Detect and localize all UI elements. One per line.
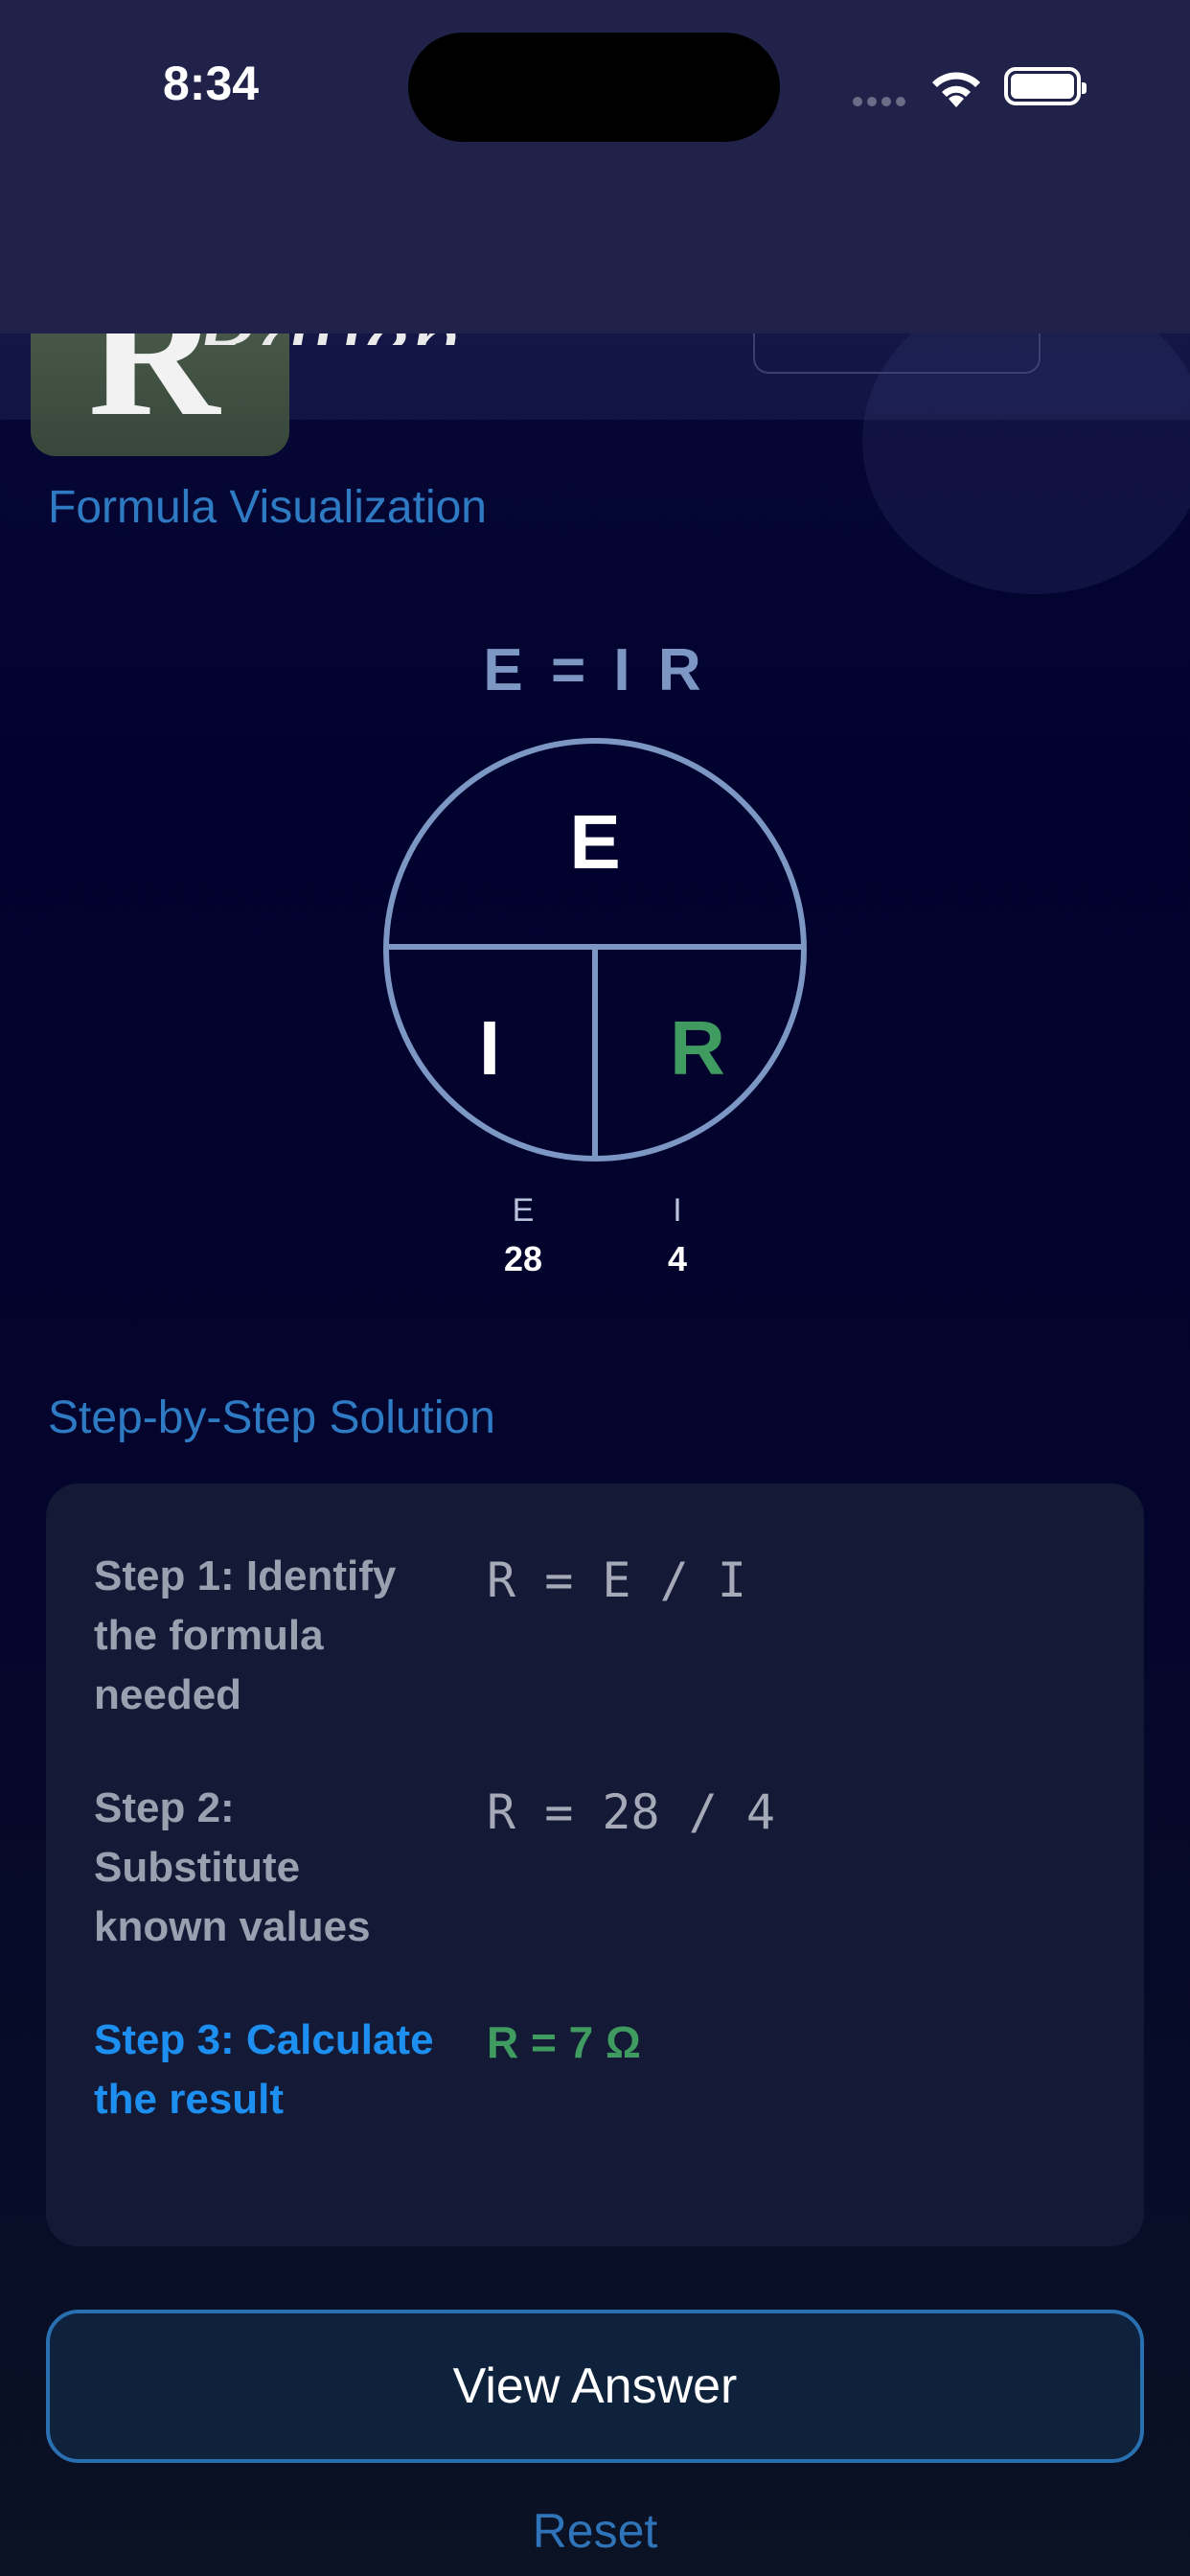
circle-letter-e: E — [569, 799, 620, 885]
formula-text: E = I R — [483, 637, 707, 703]
value-i-label: I — [673, 1192, 682, 1229]
value-e-number: 28 — [503, 1239, 543, 1278]
dynamic-island — [408, 33, 780, 142]
steps-card: Step 1: Identify the formula needed R = … — [46, 1484, 1144, 2246]
value-i-number: 4 — [667, 1239, 688, 1278]
status-time: 8:34 — [163, 57, 260, 110]
step-2-title: Step 2: Substitute known values — [94, 1784, 371, 1950]
cellular-signal-icon — [853, 94, 910, 111]
wifi-icon — [927, 67, 985, 114]
step-3-title: Step 3: Calculate the result — [94, 2016, 434, 2123]
step-1-title: Step 1: Identify the formula needed — [94, 1552, 397, 1718]
value-i: I 4 — [620, 1192, 735, 1279]
battery-icon — [1004, 67, 1087, 105]
ohms-law-circle: E I R — [383, 738, 807, 1162]
status-bar: 8:34 — [0, 0, 1190, 334]
circle-letter-i: I — [479, 1005, 500, 1091]
step-2-formula: R = 28 / 4 — [487, 1784, 776, 1840]
step-1-formula: R = E / I — [487, 1552, 746, 1608]
value-e-label: E — [512, 1192, 535, 1229]
reset-button[interactable]: Reset — [0, 2503, 1190, 2559]
view-answer-button[interactable]: View Answer — [46, 2310, 1144, 2463]
formula-visualization-title: Formula Visualization — [48, 482, 487, 533]
step-3-result: R = 7 Ω — [487, 2017, 641, 2067]
circle-letter-r: R — [670, 1005, 725, 1091]
value-e: E 28 — [466, 1192, 581, 1279]
solution-title: Step-by-Step Solution — [48, 1392, 495, 1443]
